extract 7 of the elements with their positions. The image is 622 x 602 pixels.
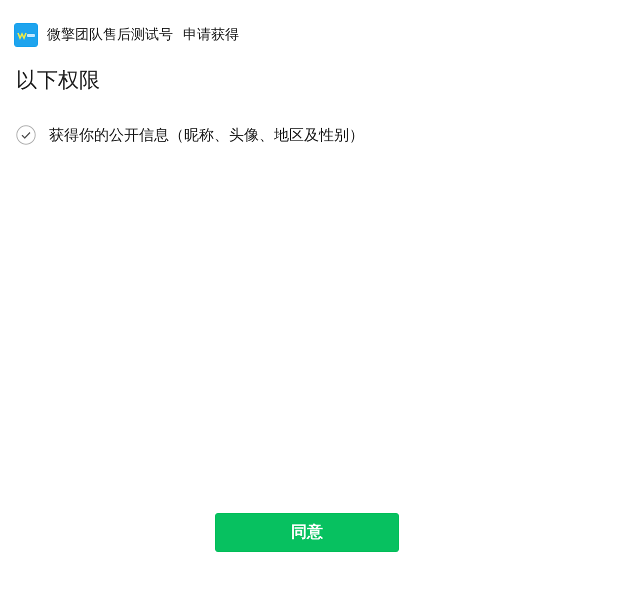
app-name: 微擎团队售后测试号 — [47, 26, 173, 44]
request-text: 申请获得 — [183, 26, 239, 44]
permission-label: 获得你的公开信息（昵称、头像、地区及性别） — [49, 126, 364, 144]
app-logo-icon — [14, 23, 38, 47]
agree-button[interactable]: 同意 — [215, 513, 399, 552]
checkbox[interactable] — [16, 125, 36, 145]
permission-heading: 以下权限 — [16, 67, 101, 94]
